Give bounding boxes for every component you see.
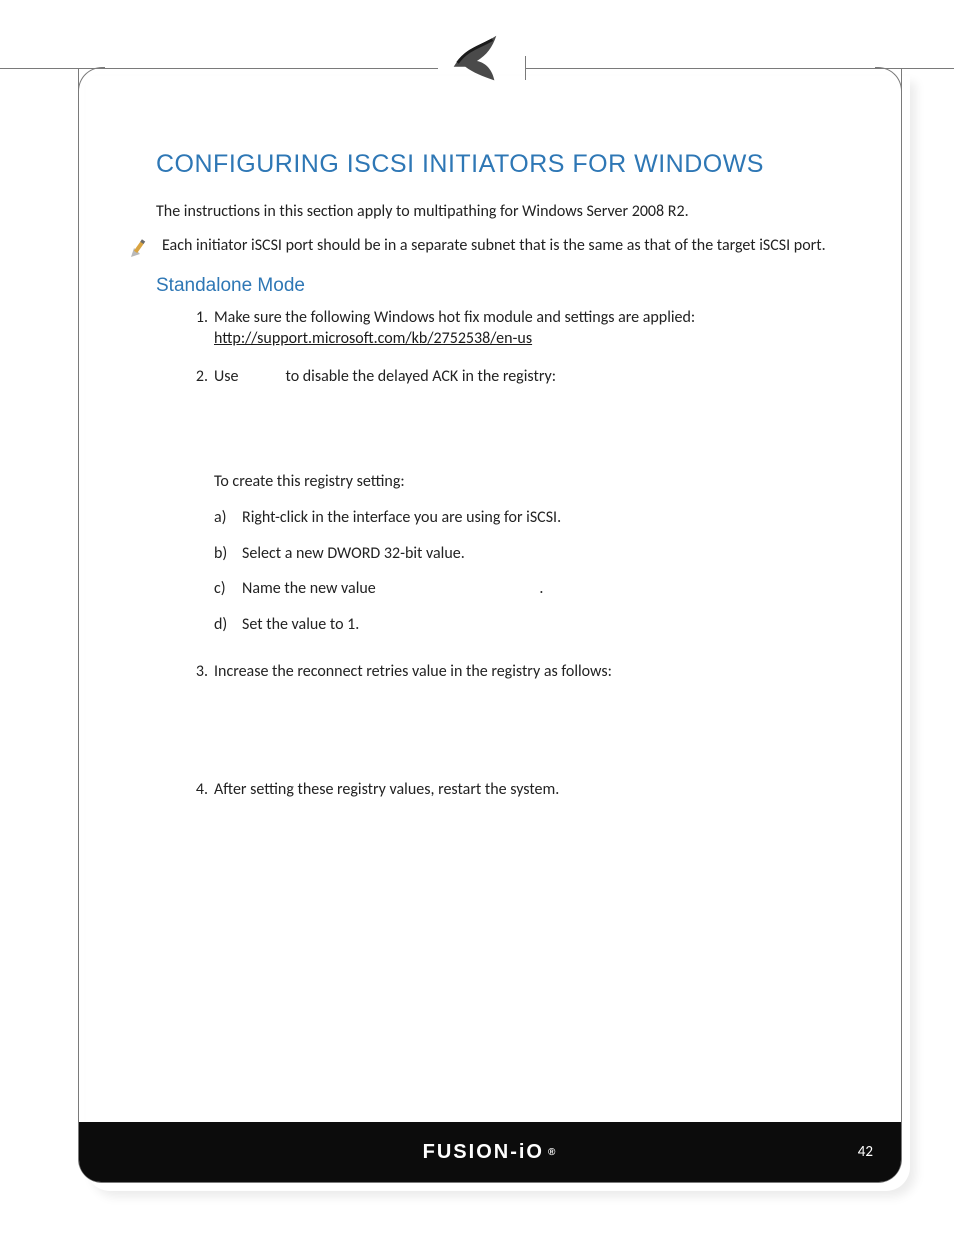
content: CONFIGURING ISCSI INITIATORS FOR WINDOWS…: [156, 150, 836, 817]
substep-b: b) Select a new DWORD 32-bit value.: [242, 543, 832, 565]
substep-a: a) Right-click in the interface you are …: [242, 507, 832, 529]
page: CONFIGURING ISCSI INITIATORS FOR WINDOWS…: [0, 0, 954, 1235]
step-2-suffix: to disable the delayed ACK in the regist…: [286, 367, 556, 386]
registered-mark-icon: ®: [548, 1147, 557, 1158]
step-number: 4.: [186, 779, 208, 801]
step-2-gap: [242, 367, 285, 386]
substep-label: d): [214, 614, 236, 636]
step-3-text: Increase the reconnect retries value in …: [214, 662, 612, 681]
subheading-standalone: Standalone Mode: [156, 275, 836, 297]
note-text: Each initiator iSCSI port should be in a…: [162, 235, 826, 261]
pencil-note-icon: [128, 237, 152, 261]
substep-label: c): [214, 578, 236, 600]
substep-c-suffix: .: [539, 579, 543, 598]
kb-link[interactable]: http://support.microsoft.com/kb/2752538/…: [214, 329, 532, 348]
substep-d-text: Set the value to 1.: [242, 615, 359, 634]
step-3: 3. Increase the reconnect retries value …: [214, 661, 836, 683]
footer-brand-text: FUSION-iO: [423, 1141, 544, 1164]
footer: FUSION-iO ® 42: [79, 1122, 901, 1182]
step-number: 1.: [186, 307, 208, 329]
note: Each initiator iSCSI port should be in a…: [128, 235, 836, 261]
page-number: 42: [858, 1143, 873, 1161]
substep-label: a): [214, 507, 236, 529]
step-4: 4. After setting these registry values, …: [214, 779, 836, 801]
step-2-prefix: Use: [214, 367, 242, 386]
step-2: 2. Use to disable the delayed ACK in the…: [214, 366, 836, 636]
intro-paragraph: The instructions in this section apply t…: [156, 201, 836, 223]
substep-d: d) Set the value to 1.: [242, 614, 832, 636]
substep-label: b): [214, 543, 236, 565]
registry-lead: To create this registry setting:: [214, 471, 832, 493]
substep-a-text: Right-click in the interface you are usi…: [242, 508, 561, 527]
step-number: 3.: [186, 661, 208, 683]
steps-list: 1. Make sure the following Windows hot f…: [156, 307, 836, 801]
step-4-text: After setting these registry values, res…: [214, 780, 559, 799]
footer-brand: FUSION-iO ®: [423, 1141, 558, 1164]
substep-c: c) Name the new value .: [242, 578, 832, 600]
step-number: 2.: [186, 366, 208, 388]
section-title: CONFIGURING ISCSI INITIATORS FOR WINDOWS: [156, 150, 836, 179]
step-1: 1. Make sure the following Windows hot f…: [214, 307, 836, 350]
substep-c-prefix: Name the new value: [242, 579, 379, 598]
step-1-text: Make sure the following Windows hot fix …: [214, 308, 695, 327]
substep-b-text: Select a new DWORD 32-bit value.: [242, 544, 465, 563]
substeps-list: a) Right-click in the interface you are …: [214, 507, 832, 635]
